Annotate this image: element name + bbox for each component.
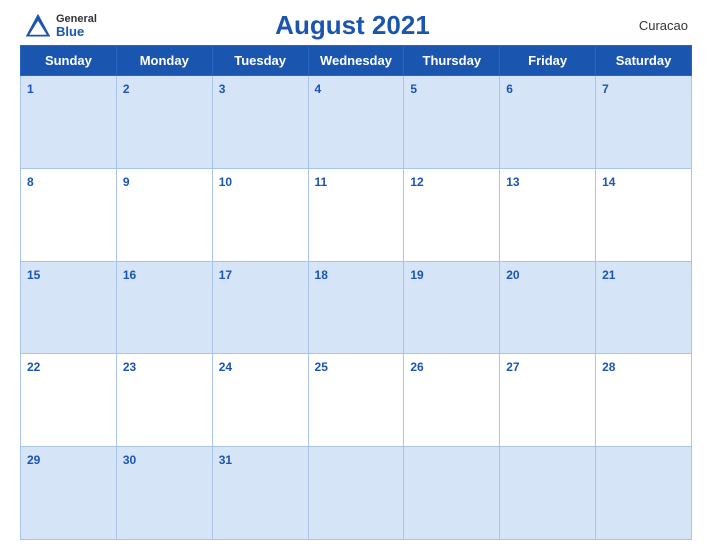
calendar-day-cell: 7 (596, 76, 692, 169)
day-number: 24 (219, 360, 232, 374)
day-number: 28 (602, 360, 615, 374)
calendar-day-cell: 23 (116, 354, 212, 447)
calendar-day-cell: 17 (212, 261, 308, 354)
day-number: 11 (315, 175, 328, 189)
calendar-day-cell: 16 (116, 261, 212, 354)
calendar-day-cell: 9 (116, 168, 212, 261)
day-number: 8 (27, 175, 34, 189)
calendar-day-cell (404, 447, 500, 540)
logo: General Blue (24, 12, 97, 40)
calendar-day-cell: 8 (21, 168, 117, 261)
day-number: 22 (27, 360, 40, 374)
day-number: 27 (506, 360, 519, 374)
day-number: 16 (123, 268, 136, 282)
day-number: 17 (219, 268, 232, 282)
day-number: 29 (27, 453, 40, 467)
calendar-day-cell (308, 447, 404, 540)
day-number: 13 (506, 175, 519, 189)
day-number: 10 (219, 175, 232, 189)
calendar-day-cell: 1 (21, 76, 117, 169)
calendar-week-row: 29 30 31 (21, 447, 692, 540)
calendar-day-cell: 27 (500, 354, 596, 447)
calendar-week-row: 1 2 3 4 5 6 7 (21, 76, 692, 169)
calendar-week-row: 8 9 10 11 12 13 14 (21, 168, 692, 261)
header-thursday: Thursday (404, 46, 500, 76)
header-friday: Friday (500, 46, 596, 76)
calendar-day-cell: 5 (404, 76, 500, 169)
day-number: 5 (410, 82, 417, 96)
calendar-day-cell: 26 (404, 354, 500, 447)
weekday-header-row: Sunday Monday Tuesday Wednesday Thursday… (21, 46, 692, 76)
header-monday: Monday (116, 46, 212, 76)
calendar-day-cell: 25 (308, 354, 404, 447)
day-number: 23 (123, 360, 136, 374)
day-number: 26 (410, 360, 423, 374)
day-number: 7 (602, 82, 609, 96)
day-number: 6 (506, 82, 513, 96)
day-number: 20 (506, 268, 519, 282)
calendar-table: Sunday Monday Tuesday Wednesday Thursday… (20, 45, 692, 540)
day-number: 3 (219, 82, 226, 96)
header-saturday: Saturday (596, 46, 692, 76)
calendar-day-cell: 14 (596, 168, 692, 261)
calendar-day-cell: 28 (596, 354, 692, 447)
header-sunday: Sunday (21, 46, 117, 76)
calendar-day-cell: 18 (308, 261, 404, 354)
day-number: 15 (27, 268, 40, 282)
day-number: 19 (410, 268, 423, 282)
calendar-header: General Blue August 2021 Curacao (20, 10, 692, 41)
day-number: 4 (315, 82, 322, 96)
calendar-day-cell (500, 447, 596, 540)
calendar-day-cell: 21 (596, 261, 692, 354)
calendar-day-cell: 24 (212, 354, 308, 447)
header-tuesday: Tuesday (212, 46, 308, 76)
day-number: 25 (315, 360, 328, 374)
logo-icon (24, 12, 52, 40)
calendar-week-row: 15 16 17 18 19 20 21 (21, 261, 692, 354)
logo-text: General Blue (56, 14, 97, 38)
calendar-day-cell: 2 (116, 76, 212, 169)
calendar-day-cell: 30 (116, 447, 212, 540)
logo-blue-label: Blue (56, 25, 97, 38)
calendar-day-cell: 31 (212, 447, 308, 540)
calendar-day-cell (596, 447, 692, 540)
logo-general-label: General (56, 14, 97, 25)
calendar-day-cell: 13 (500, 168, 596, 261)
day-number: 21 (602, 268, 615, 282)
calendar-day-cell: 22 (21, 354, 117, 447)
day-number: 1 (27, 82, 34, 96)
calendar-day-cell: 4 (308, 76, 404, 169)
day-number: 30 (123, 453, 136, 467)
day-number: 9 (123, 175, 130, 189)
calendar-title: August 2021 (97, 10, 608, 41)
calendar-day-cell: 15 (21, 261, 117, 354)
calendar-week-row: 22 23 24 25 26 27 28 (21, 354, 692, 447)
day-number: 18 (315, 268, 328, 282)
day-number: 31 (219, 453, 232, 467)
day-number: 12 (410, 175, 423, 189)
day-number: 14 (602, 175, 615, 189)
calendar-day-cell: 6 (500, 76, 596, 169)
calendar-day-cell: 12 (404, 168, 500, 261)
calendar-day-cell: 10 (212, 168, 308, 261)
day-number: 2 (123, 82, 130, 96)
calendar-day-cell: 29 (21, 447, 117, 540)
calendar-day-cell: 11 (308, 168, 404, 261)
calendar-day-cell: 3 (212, 76, 308, 169)
calendar-day-cell: 20 (500, 261, 596, 354)
header-wednesday: Wednesday (308, 46, 404, 76)
calendar-day-cell: 19 (404, 261, 500, 354)
region-label: Curacao (608, 18, 688, 33)
